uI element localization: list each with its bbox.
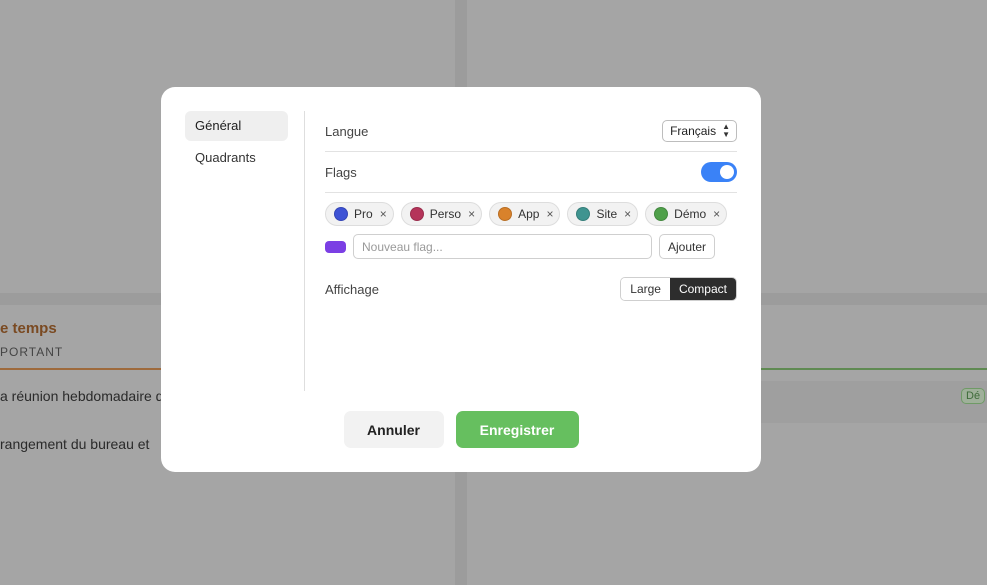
flags-toggle[interactable]	[701, 162, 737, 182]
flag-chip-label: Démo	[674, 207, 707, 221]
quadrant-accent-line	[0, 368, 170, 370]
background-task: a réunion hebdomadaire d	[0, 388, 164, 404]
cancel-button[interactable]: Annuler	[343, 411, 444, 448]
background-task-row	[760, 381, 987, 423]
flag-chip-app: App ×	[489, 202, 561, 226]
save-button[interactable]: Enregistrer	[455, 411, 579, 448]
flags-label: Flags	[325, 164, 357, 180]
quadrant-title: e temps	[0, 320, 57, 337]
sidebar-item-general[interactable]: Général	[185, 111, 288, 141]
language-label: Langue	[325, 123, 369, 139]
sidebar-item-quadrants[interactable]: Quadrants	[185, 143, 288, 173]
flag-color-dot	[498, 207, 513, 221]
new-flag-input[interactable]	[353, 234, 652, 259]
new-flag-color-picker[interactable]	[325, 240, 346, 253]
add-flag-button[interactable]: Ajouter	[659, 234, 716, 259]
settings-content: Langue Français ▲ ▼ Flags Pro × Perso × …	[325, 111, 737, 301]
background-flag-badge: Dé	[961, 388, 986, 404]
language-row: Langue Français ▲ ▼	[325, 111, 737, 152]
new-flag-row: Ajouter	[325, 234, 737, 259]
sidebar-divider	[304, 111, 305, 391]
flag-chip-site: Site ×	[567, 202, 639, 226]
remove-flag-icon[interactable]: ×	[624, 207, 631, 221]
flag-color-dot	[576, 207, 591, 221]
remove-flag-icon[interactable]: ×	[468, 207, 475, 221]
flag-chip-list: Pro × Perso × App × Site × Démo ×	[325, 202, 737, 226]
quadrant-subtitle: PORTANT	[0, 345, 64, 359]
flag-chip-label: Site	[596, 207, 618, 221]
display-option-large[interactable]: Large	[621, 278, 670, 300]
language-value: Français	[670, 124, 717, 138]
settings-sidebar: Général Quadrants	[185, 111, 288, 175]
flag-color-dot	[334, 207, 348, 221]
flags-editor: Pro × Perso × App × Site × Démo × Nouvea…	[325, 193, 737, 259]
dialog-footer: Annuler Enregistrer	[161, 411, 761, 448]
display-option-compact[interactable]: Compact	[669, 278, 736, 300]
display-row: Affichage Large Compact	[325, 277, 737, 301]
flag-chip-perso: Perso ×	[400, 202, 483, 226]
flag-color-dot	[409, 207, 424, 221]
remove-flag-icon[interactable]: ×	[380, 207, 387, 221]
background-task: rangement du bureau et	[0, 436, 150, 452]
display-mode-segmented-control: Large Compact	[620, 277, 737, 301]
language-select[interactable]: Français ▲ ▼	[662, 120, 737, 142]
select-chevron-icon: ▲ ▼	[722, 122, 730, 139]
quadrant-accent-line-green	[760, 368, 987, 370]
flag-chip-pro: Pro ×	[325, 202, 394, 226]
flag-chip-label: Perso	[429, 207, 462, 221]
flag-color-dot	[654, 207, 669, 221]
flag-chip-label: App	[518, 207, 540, 221]
remove-flag-icon[interactable]: ×	[713, 207, 720, 221]
flag-chip-demo: Démo ×	[645, 202, 728, 226]
display-label: Affichage	[325, 281, 379, 297]
flag-chip-label: Pro	[354, 207, 373, 221]
toggle-knob	[720, 165, 734, 179]
remove-flag-icon[interactable]: ×	[546, 207, 553, 221]
flags-row: Flags	[325, 152, 737, 193]
settings-dialog: Général Quadrants Langue Français ▲ ▼ Fla…	[161, 87, 761, 472]
